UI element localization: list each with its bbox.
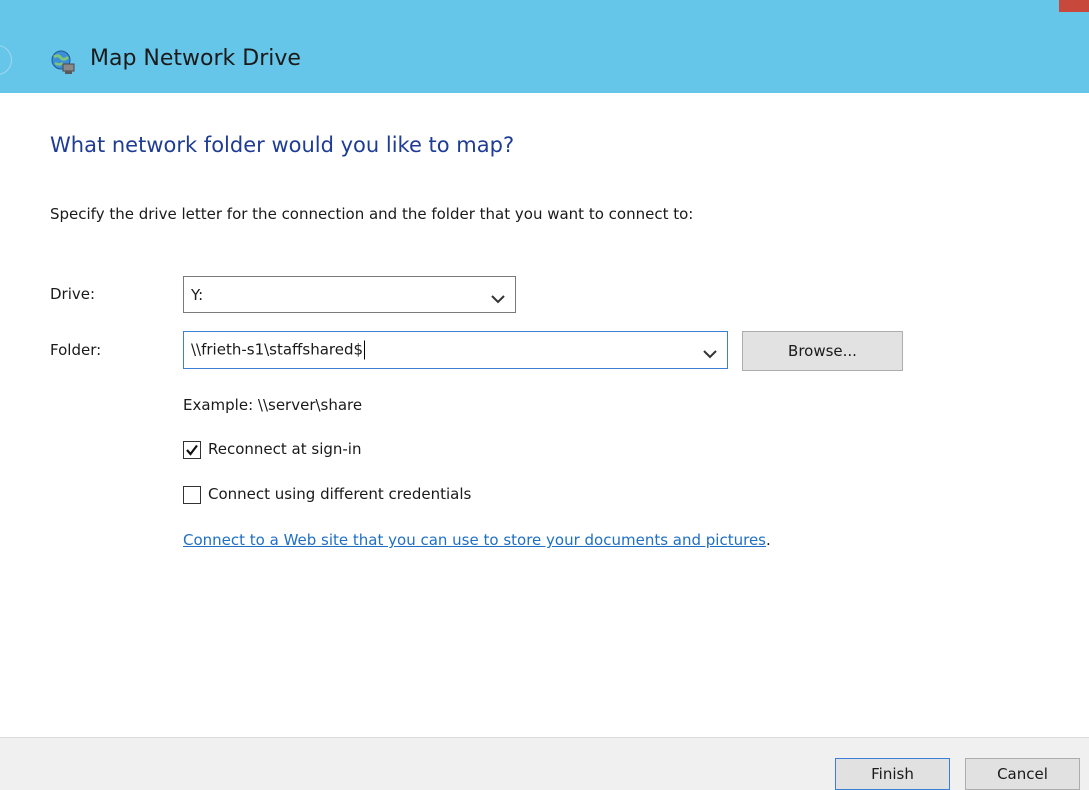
network-drive-globe-icon bbox=[48, 47, 76, 75]
folder-input[interactable]: \\frieth-s1\staffshared$ bbox=[183, 331, 728, 369]
page-heading: What network folder would you like to ma… bbox=[50, 133, 515, 157]
link-trailing-period: . bbox=[766, 531, 771, 549]
web-site-link[interactable]: Connect to a Web site that you can use t… bbox=[183, 531, 766, 549]
window-title: Map Network Drive bbox=[90, 46, 301, 71]
cancel-button[interactable]: Cancel bbox=[965, 758, 1080, 790]
credentials-label[interactable]: Connect using different credentials bbox=[208, 485, 471, 503]
back-arrow-icon[interactable] bbox=[0, 45, 12, 75]
credentials-checkbox[interactable] bbox=[183, 486, 201, 504]
instructions-text: Specify the drive letter for the connect… bbox=[50, 205, 694, 223]
web-site-link-row: Connect to a Web site that you can use t… bbox=[183, 531, 771, 549]
chevron-down-icon[interactable] bbox=[703, 345, 717, 359]
text-caret bbox=[364, 340, 366, 360]
close-button-edge[interactable] bbox=[1059, 0, 1089, 12]
reconnect-label[interactable]: Reconnect at sign-in bbox=[208, 440, 361, 458]
drive-value: Y: bbox=[191, 285, 204, 304]
finish-button[interactable]: Finish bbox=[835, 758, 950, 790]
folder-value: \\frieth-s1\staffshared$ bbox=[191, 340, 366, 360]
chevron-down-icon[interactable] bbox=[491, 290, 505, 303]
reconnect-checkbox[interactable] bbox=[183, 441, 201, 459]
example-text: Example: \\server\share bbox=[183, 396, 363, 414]
map-network-drive-dialog: Map Network Drive What network folder wo… bbox=[0, 0, 1089, 790]
drive-label: Drive: bbox=[50, 285, 96, 303]
title-bar: Map Network Drive bbox=[0, 0, 1089, 93]
folder-label: Folder: bbox=[50, 341, 102, 359]
drive-select[interactable]: Y: bbox=[183, 276, 516, 313]
browse-button[interactable]: Browse... bbox=[742, 331, 903, 371]
